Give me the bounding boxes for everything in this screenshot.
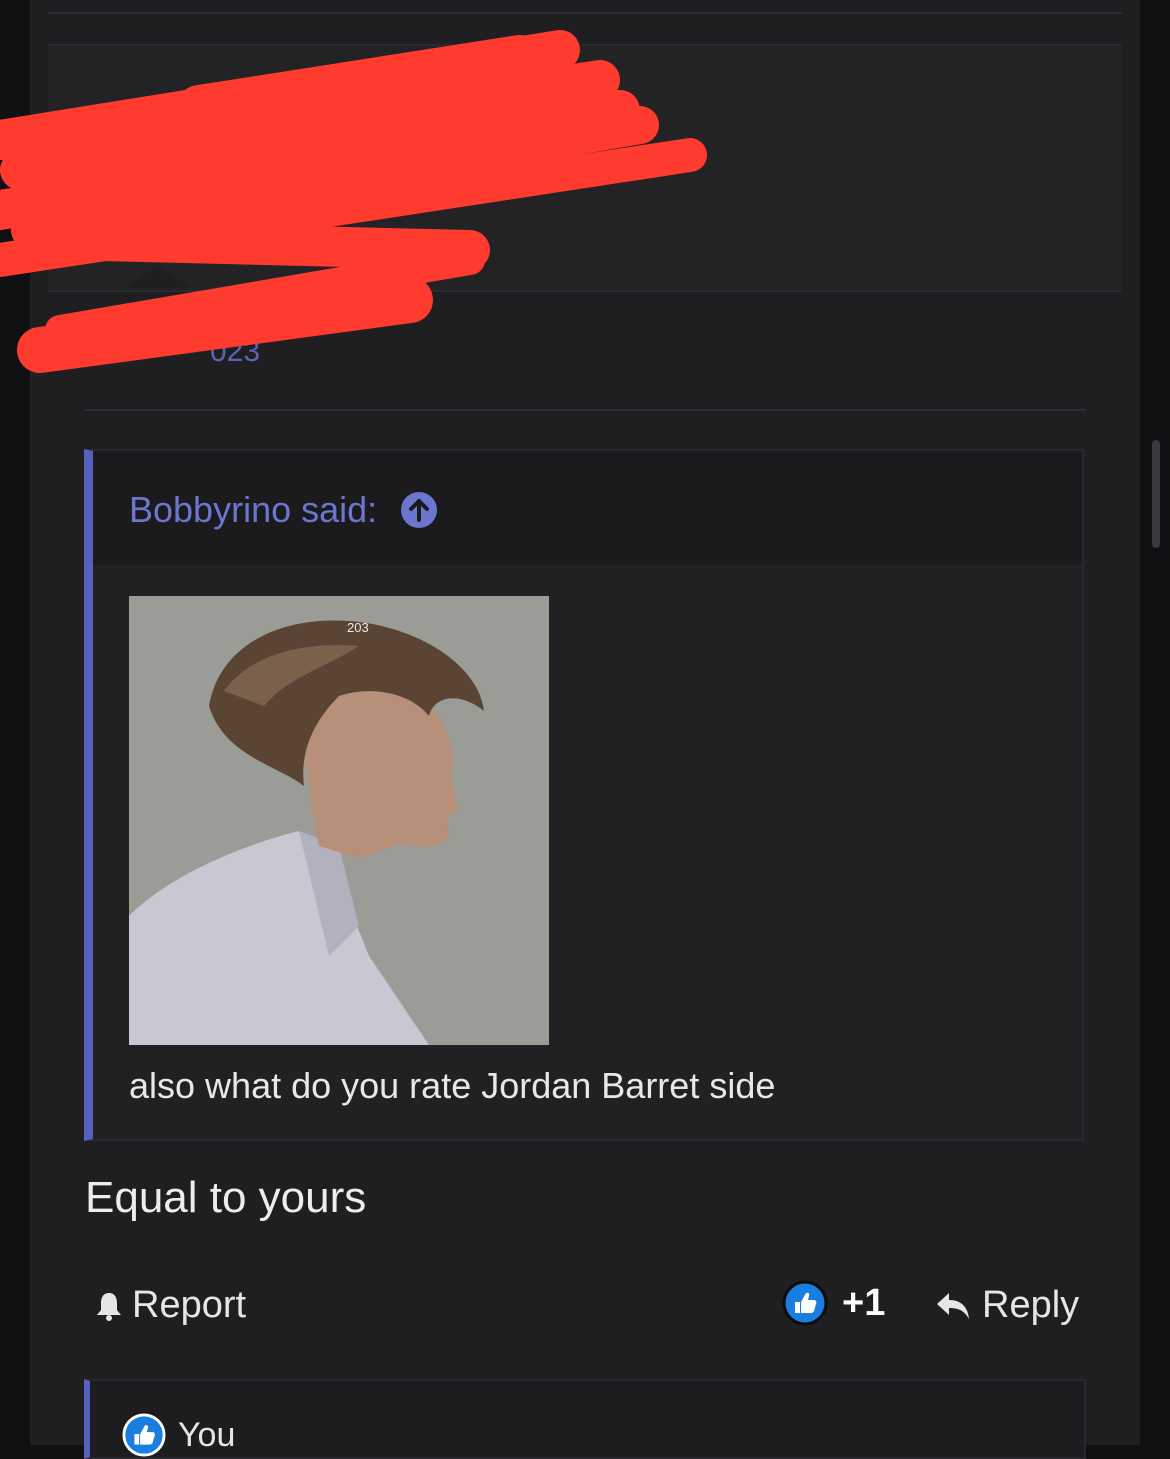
arrow-up-circle-icon[interactable] xyxy=(399,490,439,530)
like-button[interactable]: +1 xyxy=(782,1280,885,1326)
quote-author-label[interactable]: Bobbyrino said: xyxy=(129,489,377,531)
quoted-photo[interactable]: 203 xyxy=(129,596,549,1045)
quote-body: also what do you rate Jordan Barret side xyxy=(129,1065,776,1106)
section-divider xyxy=(84,409,1086,411)
reply-label[interactable]: Reply xyxy=(982,1284,1079,1327)
like-count: +1 xyxy=(842,1281,886,1324)
redaction-scribble xyxy=(0,30,707,373)
thumbs-up-icon xyxy=(122,1413,166,1457)
reply-body: Equal to yours xyxy=(85,1173,367,1222)
bell-icon xyxy=(97,1292,121,1321)
thumbs-up-icon[interactable] xyxy=(782,1280,828,1326)
report-button[interactable]: Report xyxy=(92,1284,246,1327)
reply-button[interactable]: Reply xyxy=(934,1284,1079,1327)
report-label[interactable]: Report xyxy=(132,1284,246,1327)
quote-author-link[interactable]: Bobbyrino said: xyxy=(129,489,439,531)
quote-block: Bobbyrino said: 203 also what do you rat… xyxy=(84,449,1084,1141)
scrollbar-thumb[interactable] xyxy=(1152,440,1160,548)
reply-arrow-icon xyxy=(937,1292,969,1319)
reaction-summary[interactable]: You xyxy=(122,1413,235,1457)
svg-text:203: 203 xyxy=(347,620,369,635)
quote-header: Bobbyrino said: xyxy=(93,451,1082,565)
post-actions: Report +1 Reply xyxy=(0,1280,1170,1340)
reaction-user[interactable]: You xyxy=(178,1416,235,1455)
reactions-bar[interactable]: You xyxy=(84,1379,1086,1459)
